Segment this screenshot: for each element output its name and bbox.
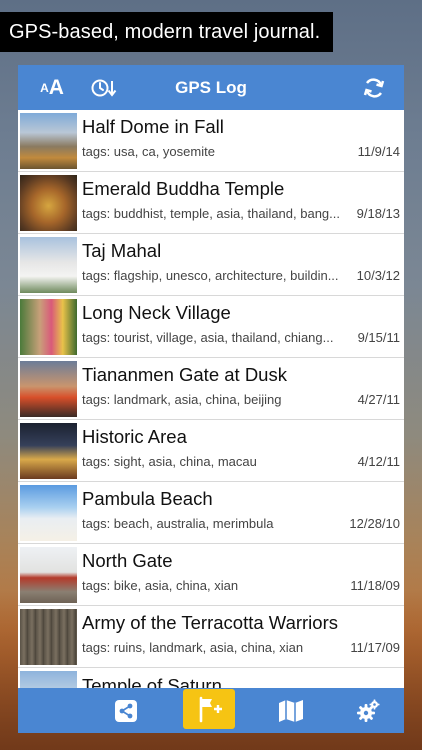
entry-title: North Gate [82,550,173,571]
entry-title: Long Neck Village [82,302,231,323]
map-icon [279,699,303,722]
page-title: GPS Log [175,78,247,97]
entry-tags: tags: usa, ca, yosemite [82,144,215,159]
entry-tags: tags: ruins, landmark, asia, china, xian [82,640,304,655]
entry-tags: tags: buddhist, temple, asia, thailand, … [82,206,341,221]
list-item[interactable]: Taj Mahal tags: flagship, unesco, archit… [18,234,404,296]
entry-date: 12/28/10 [349,516,400,531]
entry-tags: tags: sight, asia, china, macau [82,454,257,469]
navigation-bar: AA GPS Log [18,65,404,110]
entry-date: 4/27/11 [357,392,400,407]
entry-title: Emerald Buddha Temple [82,178,285,199]
map-button[interactable] [266,688,316,733]
entry-tags: tags: beach, australia, merimbula [82,516,274,531]
entry-thumbnail [20,361,77,417]
list-item[interactable]: North Gate tags: bike, asia, china, xian… [18,544,404,606]
list-item[interactable]: Half Dome in Fall tags: usa, ca, yosemit… [18,110,404,172]
entry-thumbnail [20,547,77,603]
entry-thumbnail [20,485,77,541]
list-item[interactable]: Historic Area tags: sight, asia, china, … [18,420,404,482]
entry-date: 11/18/09 [350,578,400,593]
settings-button[interactable] [343,688,393,733]
entry-thumbnail [20,237,77,293]
gear-icon [357,699,380,722]
bottom-toolbar [18,688,404,733]
entry-thumbnail [20,423,77,479]
refresh-icon [363,78,385,97]
entry-date: 10/3/12 [356,268,400,283]
entry-title: Army of the Terracotta Warriors [82,612,338,633]
entry-title: Historic Area [82,426,187,447]
entry-thumbnail [20,113,77,169]
share-icon [115,699,137,722]
list-item[interactable]: Emerald Buddha Temple tags: buddhist, te… [18,172,404,234]
app-screen: AA GPS Log Half Dome in Fall tags: usa, [18,65,404,733]
entry-date: 9/18/13 [356,206,400,221]
entry-title: Tiananmen Gate at Dusk [82,364,287,385]
promo-banner: GPS-based, modern travel journal. [0,12,333,52]
entry-title: Half Dome in Fall [82,116,224,137]
list-item[interactable]: Tiananmen Gate at Dusk tags: landmark, a… [18,358,404,420]
list-item[interactable]: Army of the Terracotta Warriors tags: ru… [18,606,404,668]
entry-tags: tags: flagship, unesco, architecture, bu… [82,268,339,283]
entry-date: 9/15/11 [357,330,400,345]
share-button[interactable] [101,688,151,733]
list-item[interactable]: Pambula Beach tags: beach, australia, me… [18,482,404,544]
entry-title: Taj Mahal [82,240,162,261]
refresh-button[interactable] [352,65,396,110]
entry-date: 4/12/11 [357,454,400,469]
add-entry-button[interactable] [183,689,235,729]
entry-tags: tags: landmark, asia, china, beijing [82,392,282,407]
entry-tags: tags: tourist, village, asia, thailand, … [82,330,334,345]
entry-date: 11/17/09 [350,640,400,655]
entry-tags: tags: bike, asia, china, xian [82,578,239,593]
entry-title: Pambula Beach [82,488,213,509]
journal-list: Half Dome in Fall tags: usa, ca, yosemit… [18,110,404,730]
entry-thumbnail [20,175,77,231]
entry-date: 11/9/14 [357,144,400,159]
entry-thumbnail [20,609,77,665]
list-item[interactable]: Long Neck Village tags: tourist, village… [18,296,404,358]
add-flag-icon [199,696,222,723]
entry-thumbnail [20,299,77,355]
